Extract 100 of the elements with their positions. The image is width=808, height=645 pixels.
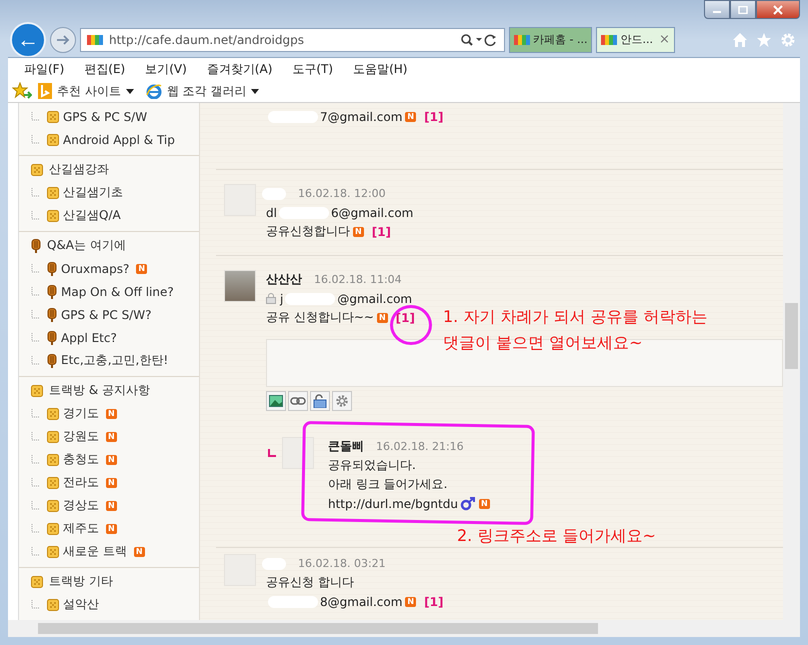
comment-text: 공유신청합니다 (266, 223, 350, 240)
sidebar-category[interactable]: 트랙방 기타 (49, 573, 113, 590)
address-bar[interactable]: http://cafe.daum.net/androidgps (80, 28, 505, 52)
address-text: http://cafe.daum.net/androidgps (109, 32, 305, 46)
email-text: dl (266, 206, 277, 220)
link-text[interactable]: http://durl.me/bgntdu (328, 496, 458, 510)
menu-item[interactable]: 보기(V) (135, 60, 197, 78)
browser-tab[interactable]: 카페홈 - ... (509, 26, 592, 52)
sidebar-item[interactable]: Etc,고충,고민,한탄! (61, 352, 168, 369)
reply-count[interactable]: [1] (396, 310, 415, 324)
site-icon (514, 34, 530, 46)
toolbar-button[interactable] (332, 391, 352, 411)
tree-line-icon (31, 264, 39, 274)
sidebar-category[interactable]: 트랙방 & 공지사항 (49, 382, 150, 399)
comment-text: 공유신청 합니다 (266, 574, 354, 591)
popsicle-icon (47, 354, 57, 368)
sidebar-item[interactable]: 경기도 (63, 405, 99, 422)
reply-count[interactable]: [1] (424, 594, 444, 608)
chain-link-icon (290, 396, 306, 406)
close-button[interactable] (756, 0, 800, 19)
sidebar-item[interactable]: Android Appl & Tip (63, 132, 175, 146)
board-icon (47, 476, 59, 488)
sidebar-item[interactable]: GPS & PC S/W (63, 110, 148, 124)
site-icon (601, 34, 618, 46)
sidebar-item[interactable]: 충청도 (63, 451, 99, 468)
menu-item[interactable]: 편집(E) (74, 60, 136, 78)
new-badge: N (353, 226, 364, 236)
menu-item[interactable]: 도구(T) (282, 60, 344, 78)
sidebar-item[interactable]: Oruxmaps? (61, 262, 130, 276)
sidebar-item[interactable]: Appl Etc? (61, 330, 117, 344)
arrow-icon (56, 34, 70, 46)
new-badge: N (106, 500, 117, 510)
new-badge: N (405, 112, 416, 122)
photo-placeholder (224, 270, 256, 302)
favorites-link[interactable]: 추천 사이트 (38, 82, 134, 100)
toolbar-button[interactable] (310, 391, 330, 411)
reply-count[interactable]: [1] (424, 110, 444, 124)
board-icon (47, 522, 59, 534)
forward-button[interactable] (50, 26, 76, 52)
minimize-button[interactable] (704, 0, 730, 19)
vertical-scrollbar[interactable] (783, 103, 800, 620)
board-icon (47, 546, 59, 558)
tree-line-icon (31, 454, 39, 464)
menu-item[interactable]: 도움말(H) (343, 60, 418, 78)
author-name[interactable]: 산산산 (266, 271, 302, 288)
settings-icon (780, 32, 796, 48)
tree-line-icon (31, 478, 39, 488)
sidebar-item[interactable]: 설악산 (63, 596, 99, 613)
comment-date: 16.02.18. 03:21 (298, 557, 386, 570)
new-badge: N (134, 546, 145, 556)
board-icon (47, 186, 59, 198)
board-icon (31, 576, 43, 588)
favorites-star-icon (12, 82, 32, 100)
sidebar-item[interactable]: 강원도 (63, 428, 99, 445)
toolbar-button[interactable] (288, 391, 308, 411)
sidebar-item[interactable]: 경상도 (63, 497, 99, 514)
menu-item[interactable]: 즐겨찾기(A) (196, 60, 282, 78)
tree-line-icon (31, 188, 39, 198)
board-icon (47, 134, 59, 146)
new-badge: N (405, 596, 416, 606)
sidebar-item[interactable]: Map On & Off line? (61, 284, 174, 298)
new-badge: N (106, 432, 117, 442)
comment-date: 16.02.18. 12:00 (298, 187, 386, 200)
author-name[interactable]: 큰돌삐 (328, 438, 364, 455)
board-icon (31, 384, 43, 396)
circle-arrow-icon (460, 496, 476, 510)
back-button[interactable]: ← (10, 22, 46, 58)
caret-icon (251, 88, 260, 94)
sidebar-category[interactable]: 산길샘강좌 (49, 161, 109, 178)
sidebar-item[interactable]: GPS & PC S/W? (61, 308, 152, 322)
menu-item[interactable]: 파일(F) (14, 60, 74, 78)
email-text: @gmail.com (337, 292, 412, 306)
board-icon (47, 500, 59, 512)
sidebar-item[interactable]: 전라도 (63, 474, 99, 491)
annotation-text: 2. 링크주소로 들어가세요~ (457, 527, 656, 545)
sidebar-item[interactable]: 새로운 트랙 (63, 543, 127, 560)
tab-label: 카페홈 - ... (533, 32, 588, 47)
email-text: 8@gmail.com (320, 594, 402, 608)
favorites-link[interactable]: 웹 조각 갤러리 (146, 82, 260, 100)
new-badge: N (136, 264, 148, 274)
horizontal-scrollbar[interactable] (8, 620, 800, 637)
tab-label: 안드... (620, 32, 653, 47)
tree-line-icon (31, 546, 39, 556)
sidebar-item[interactable]: 산길샘기초 (63, 184, 123, 201)
browser-tab[interactable]: 안드... × (596, 26, 675, 52)
board-icon (47, 210, 59, 222)
tree-line-icon (31, 310, 39, 320)
toolbar-button[interactable] (266, 391, 286, 411)
sidebar-item[interactable]: 산길샘Q/A (63, 207, 121, 224)
sidebar-item[interactable]: 제주도 (63, 520, 99, 537)
tab-close-button[interactable]: × (658, 32, 670, 47)
email-text: 7@gmail.com (320, 110, 402, 124)
reply-count[interactable]: [1] (372, 224, 392, 238)
maximize-button[interactable] (730, 0, 756, 19)
board-icon (31, 164, 43, 176)
tree-line-icon (31, 524, 39, 534)
sidebar-category[interactable]: Q&A는 여기에 (47, 237, 126, 254)
picture-icon (269, 395, 283, 407)
caret-icon (126, 88, 134, 94)
tree-line-icon (31, 432, 39, 442)
